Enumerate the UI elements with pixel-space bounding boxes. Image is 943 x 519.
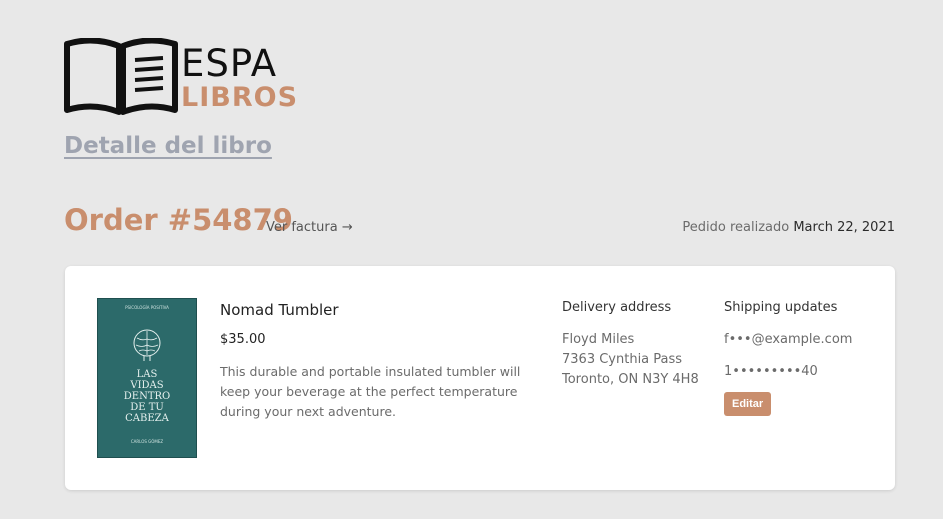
delivery-name: Floyd Miles [562,332,635,347]
cover-title-line: DE TU [130,402,164,413]
brain-icon [133,329,161,361]
shipping-updates-heading: Shipping updates [724,300,838,315]
open-book-icon [64,38,178,115]
book-cover-image: PSICOLOGÍA POSITIVA LAS VIDAS DENTRO DE … [97,298,197,458]
cover-title: LAS VIDAS DENTRO DE TU CABEZA [98,369,196,424]
delivery-address-heading: Delivery address [562,300,672,315]
view-invoice-link[interactable]: Ver factura → [266,220,353,235]
cover-top-text: PSICOLOGÍA POSITIVA [125,305,169,310]
logo-text-espa: ESPA [181,42,278,85]
cover-author: CARLOS GÓMEZ [130,439,164,444]
order-title: Order #54879 [64,203,293,237]
product-description: This durable and portable insulated tumb… [220,364,521,419]
delivery-city: Toronto, ON N3Y 4H8 [562,372,699,387]
order-placed-label: Pedido realizado [682,220,790,235]
edit-button[interactable]: Editar [724,392,772,416]
shipping-phone: 1•••••••••40 [724,364,818,379]
logo: ESPA LIBROS [63,38,297,118]
order-item-card: PSICOLOGÍA POSITIVA LAS VIDAS DENTRO DE … [65,266,895,490]
logo-text-libros: LIBROS [181,82,299,113]
cover-title-line: VIDAS [130,380,164,391]
cover-title-line: DENTRO [123,391,171,402]
delivery-street: 7363 Cynthia Pass [562,352,683,367]
shipping-email: f•••@example.com [724,332,853,347]
cover-title-line: LAS [136,369,158,380]
product-price: $35.00 [220,332,266,347]
product-name: Nomad Tumbler [220,301,339,319]
book-detail-link[interactable]: Detalle del libro [64,133,272,159]
cover-title-line: CABEZA [125,413,169,424]
order-placed-date: March 22, 2021 [793,220,895,235]
order-placed-info: Pedido realizado March 22, 2021 [682,220,895,235]
